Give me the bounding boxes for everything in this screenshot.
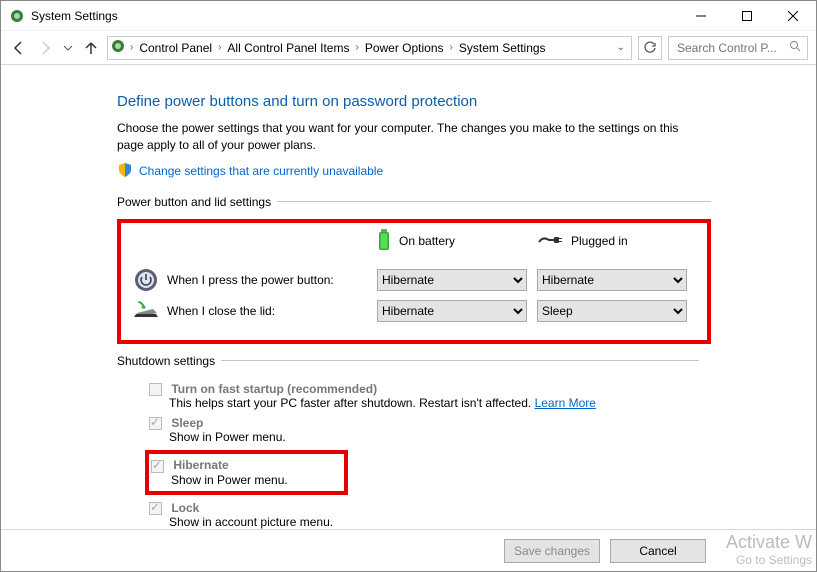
back-button[interactable] — [9, 38, 29, 58]
lock-checkbox[interactable] — [149, 502, 162, 515]
close-button[interactable] — [770, 1, 816, 31]
up-button[interactable] — [81, 38, 101, 58]
refresh-button[interactable] — [638, 36, 662, 60]
close-lid-row: When I close the lid: Do nothingSleepHib… — [131, 300, 697, 322]
recent-dropdown[interactable] — [61, 38, 75, 58]
search-input[interactable] — [675, 40, 789, 56]
title-bar: System Settings — [1, 1, 816, 31]
search-box[interactable] — [668, 36, 808, 60]
column-label: Plugged in — [571, 234, 628, 248]
sleep-option: Sleep Show in Power menu. — [149, 416, 699, 444]
fast-startup-option: Turn on fast startup (recommended) This … — [149, 382, 699, 410]
checkbox-label: Turn on fast startup (recommended) — [171, 382, 377, 396]
power-button-battery-select[interactable]: Do nothingSleepHibernateShut down — [377, 269, 527, 291]
cancel-button[interactable]: Cancel — [610, 539, 706, 563]
fast-startup-checkbox[interactable] — [149, 383, 162, 396]
change-settings-link[interactable]: Change settings that are currently unava… — [139, 164, 383, 178]
shield-icon — [117, 162, 133, 181]
checkbox-label: Hibernate — [173, 458, 228, 472]
chevron-right-icon: › — [130, 42, 133, 53]
plug-icon — [537, 232, 563, 251]
power-button-section: Power button and lid settings On battery… — [117, 195, 711, 344]
address-icon — [110, 38, 126, 57]
sleep-checkbox[interactable] — [149, 417, 162, 430]
checkbox-subtext: Show in Power menu. — [171, 473, 288, 487]
forward-button[interactable] — [35, 38, 55, 58]
app-icon — [9, 8, 25, 24]
search-icon — [789, 40, 801, 55]
breadcrumb-item[interactable]: All Control Panel Items — [225, 41, 351, 55]
save-changes-button[interactable]: Save changes — [504, 539, 600, 563]
checkbox-subtext: Show in Power menu. — [169, 430, 699, 444]
content-area: Define power buttons and turn on passwor… — [1, 65, 816, 529]
maximize-button[interactable] — [724, 1, 770, 31]
address-bar[interactable]: › Control Panel › All Control Panel Item… — [107, 36, 632, 60]
checkbox-subtext: Show in account picture menu. — [169, 515, 699, 529]
column-header-plugged: Plugged in — [537, 232, 697, 251]
laptop-lid-icon — [131, 301, 161, 321]
power-button-row: When I press the power button: Do nothin… — [131, 268, 697, 292]
minimize-button[interactable] — [678, 1, 724, 31]
close-lid-battery-select[interactable]: Do nothingSleepHibernateShut down — [377, 300, 527, 322]
checkbox-label: Lock — [171, 501, 199, 515]
address-dropdown[interactable]: ⌄ — [613, 42, 629, 53]
section-legend: Shutdown settings — [117, 354, 221, 368]
nav-bar: › Control Panel › All Control Panel Item… — [1, 31, 816, 65]
breadcrumb-item[interactable]: Power Options — [363, 41, 446, 55]
checkbox-label: Sleep — [171, 416, 203, 430]
footer-bar: Save changes Cancel — [1, 529, 816, 571]
section-legend: Power button and lid settings — [117, 195, 277, 209]
learn-more-link[interactable]: Learn More — [535, 396, 596, 410]
column-header-battery: On battery — [377, 229, 537, 254]
highlight-box-power: On battery Plugged in When I press the p… — [117, 219, 711, 344]
checkbox-subtext: This helps start your PC faster after sh… — [169, 396, 531, 410]
row-label: When I close the lid: — [161, 304, 377, 318]
row-label: When I press the power button: — [161, 273, 377, 287]
page-heading: Define power buttons and turn on passwor… — [117, 93, 792, 110]
lock-option: Lock Show in account picture menu. — [149, 501, 699, 529]
chevron-right-icon: › — [450, 42, 453, 53]
chevron-right-icon: › — [218, 42, 221, 53]
highlight-box-hibernate: Hibernate Show in Power menu. — [145, 450, 348, 494]
window-title: System Settings — [31, 9, 118, 23]
close-lid-plugged-select[interactable]: Do nothingSleepHibernateShut down — [537, 300, 687, 322]
column-label: On battery — [399, 234, 455, 248]
power-button-plugged-select[interactable]: Do nothingSleepHibernateShut down — [537, 269, 687, 291]
page-description: Choose the power settings that you want … — [117, 120, 697, 154]
breadcrumb-item[interactable]: System Settings — [457, 41, 548, 55]
hibernate-option: Hibernate Show in Power menu. — [151, 458, 288, 486]
chevron-right-icon: › — [355, 42, 358, 53]
breadcrumb-item[interactable]: Control Panel — [137, 41, 214, 55]
battery-icon — [377, 229, 391, 254]
power-button-icon — [131, 268, 161, 292]
shutdown-section: Shutdown settings Turn on fast startup (… — [117, 354, 699, 529]
hibernate-checkbox[interactable] — [151, 460, 164, 473]
